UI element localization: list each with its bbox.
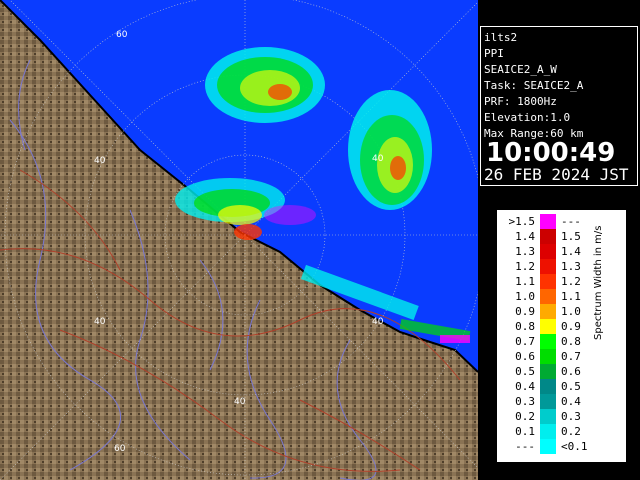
ring-label-60-southwest: 60	[114, 444, 126, 454]
observation-time: 10:00:49	[486, 138, 616, 168]
legend-lower-bound: 1.1	[515, 275, 535, 288]
legend-lower-bound: >1.5	[508, 215, 536, 228]
radar-ppi-display: 60 40 40 40 40 40 60	[0, 0, 478, 480]
legend-upper-bound: 0.2	[561, 425, 581, 438]
legend-lower-bound: ---	[515, 440, 535, 453]
legend-lower-bound: 0.7	[515, 335, 535, 348]
ring-label-40-southeast: 40	[372, 317, 384, 327]
legend-upper-bound: 0.3	[561, 410, 581, 423]
legend-lower-bound: 0.5	[515, 365, 535, 378]
legend-swatch	[540, 244, 556, 259]
legend-swatch	[540, 289, 556, 304]
legend-upper-bound: 0.9	[561, 320, 581, 333]
legend-title: Spectrum Width in m/s	[593, 225, 604, 340]
legend-lower-bound: 0.8	[515, 320, 535, 333]
task-name: Task: SEAICE2_A	[484, 79, 584, 92]
legend-lower-bound: 0.2	[515, 410, 535, 423]
legend-lower-bound: 1.4	[515, 230, 535, 243]
legend-lower-bound: 0.3	[515, 395, 535, 408]
legend-swatch	[540, 394, 556, 409]
legend-lower-bound: 1.3	[515, 245, 535, 258]
echo-northeast	[348, 90, 432, 210]
ring-label-60-north: 60	[116, 30, 128, 40]
observation-date: 26 FEB 2024 JST	[484, 165, 629, 184]
legend-lower-bound: 1.2	[515, 260, 535, 273]
elevation-value: Elevation:1.0	[484, 111, 571, 124]
ring-label-40-south: 40	[234, 397, 246, 407]
legend-swatch	[540, 424, 556, 439]
prf-value: PRF: 1800Hz	[484, 95, 557, 108]
legend-swatch	[540, 349, 556, 364]
legend-upper-bound: 1.1	[561, 290, 581, 303]
legend-swatch	[540, 409, 556, 424]
legend-lower-bound: 0.6	[515, 350, 535, 363]
legend-swatch	[540, 439, 556, 454]
legend-upper-bound: 1.5	[561, 230, 581, 243]
ring-label-40-northeast: 40	[372, 154, 384, 164]
legend-swatch	[540, 259, 556, 274]
scan-name: SEAICE2_A_W	[484, 63, 557, 76]
legend-swatch	[540, 319, 556, 334]
echo-north	[205, 47, 325, 123]
legend-swatch	[540, 379, 556, 394]
legend-upper-bound: <0.1	[561, 440, 588, 453]
legend-lower-bound: 1.0	[515, 290, 535, 303]
legend-upper-bound: 1.2	[561, 275, 581, 288]
ring-label-40-southwest: 40	[94, 317, 106, 327]
legend-upper-bound: 0.8	[561, 335, 581, 348]
legend-upper-bound: 0.6	[561, 365, 581, 378]
radar-name: ilts2	[484, 31, 518, 44]
legend-upper-bound: 0.7	[561, 350, 581, 363]
legend-swatch	[540, 364, 556, 379]
legend-swatch	[540, 334, 556, 349]
legend-swatch	[540, 274, 556, 289]
legend-swatch	[540, 229, 556, 244]
legend-lower-bound: 0.4	[515, 380, 535, 393]
legend-upper-bound: 1.3	[561, 260, 581, 273]
legend-upper-bound: 1.4	[561, 245, 581, 258]
legend-swatch	[540, 214, 556, 229]
product-type: PPI	[484, 47, 504, 60]
color-legend: >1.5 --- 1.4 1.5 1.3 1.4 1.2 1.3 1.1 1.2 1.0 1.1 0.9…	[497, 210, 626, 462]
legend-upper-bound: 0.5	[561, 380, 581, 393]
legend-lower-bound: 0.1	[515, 425, 535, 438]
ring-label-40-west: 40	[94, 156, 106, 166]
legend-upper-bound: 0.4	[561, 395, 581, 408]
legend-upper-bound: 1.0	[561, 305, 581, 318]
info-panel: ilts2 PPI SEAICE2_A_W Task: SEAICE2_A PR…	[480, 26, 638, 186]
legend-upper-bound: ---	[561, 215, 581, 228]
legend-swatch	[540, 304, 556, 319]
legend-lower-bound: 0.9	[515, 305, 535, 318]
